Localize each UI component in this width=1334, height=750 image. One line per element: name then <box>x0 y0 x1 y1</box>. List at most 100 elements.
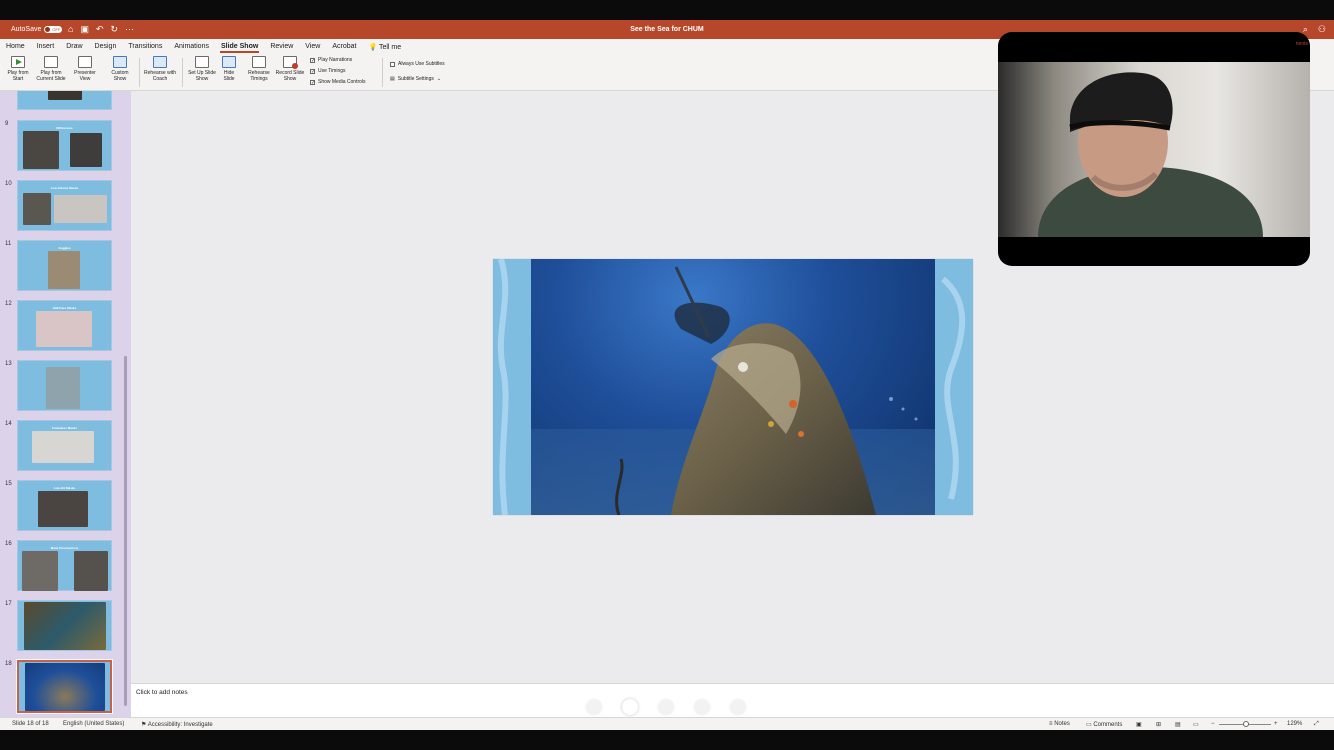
tab-animations[interactable]: Animations <box>168 39 215 54</box>
shipwreck-illustration <box>531 266 935 515</box>
presenter-view-icon[interactable]: ▭ <box>1193 721 1199 728</box>
hide-slide-icon <box>222 56 236 68</box>
slide-thumbnail[interactable]: Half-Face Masks <box>17 300 112 351</box>
setup-show-label: Set Up Slide Show <box>188 70 216 82</box>
rehearse-coach-label: Rehearse with Coach <box>144 70 176 82</box>
zoom-slider-handle[interactable] <box>1243 721 1249 727</box>
record-show-label: Record Slide Show <box>275 70 305 82</box>
scrollbar[interactable] <box>124 356 127 706</box>
current-slide[interactable] <box>493 259 973 515</box>
thumbnail-image <box>24 602 106 650</box>
slide-number: 16 <box>5 541 12 547</box>
tab-view[interactable]: View <box>299 39 326 54</box>
slide-thumbnail[interactable]: Frameless Masks <box>17 420 112 471</box>
tab-acrobat[interactable]: Acrobat <box>326 39 362 54</box>
slide-number: 18 <box>5 661 12 667</box>
tell-me-label: Tell me <box>378 44 402 51</box>
slide-thumbnail[interactable]: Low-Volume Masks <box>17 180 112 231</box>
thumbnail-image <box>36 311 92 347</box>
slide-thumbnail[interactable] <box>17 600 112 651</box>
chevron-down-icon: ⌄ <box>436 76 442 82</box>
use-timings-label: Use Timings <box>318 68 346 74</box>
tab-tell-me[interactable]: 💡 Tell me <box>362 39 407 54</box>
notes-toggle-label: Notes <box>1054 721 1070 727</box>
accessibility-icon: ⚑ <box>141 722 147 728</box>
thumbnail-image <box>38 491 88 527</box>
always-subtitles-checkbox[interactable]: Always Use Subtitles <box>390 61 445 67</box>
custom-show-button[interactable]: Custom Show <box>106 56 134 82</box>
share-icon[interactable]: ⚇ <box>1318 24 1326 35</box>
reading-view-icon[interactable]: ▤ <box>1175 721 1181 728</box>
play-from-start-label: Play from Start <box>7 70 29 82</box>
notes-icon: ≡ <box>1049 721 1053 727</box>
slide-thumbnail[interactable]: Differences <box>17 120 112 171</box>
screen-bottom-bar <box>0 730 1334 750</box>
show-media-controls-checkbox[interactable]: ✓ Show Media Controls <box>310 79 366 85</box>
call-control-dot-active[interactable] <box>622 699 638 715</box>
slide-number: 12 <box>5 301 12 307</box>
zoom-in-icon[interactable]: + <box>1274 721 1278 727</box>
use-timings-checkbox[interactable]: ✓ Use Timings <box>310 68 346 74</box>
webcam-video-overlay[interactable]: nents <box>998 32 1310 266</box>
slide-number: 13 <box>5 361 12 367</box>
notes-placeholder: Click to add notes <box>136 689 188 696</box>
thumbnail-image <box>22 551 58 591</box>
fit-slide-icon[interactable]: ⤢ <box>1314 721 1319 728</box>
thumbnail-image <box>70 133 102 167</box>
call-control-dot[interactable] <box>694 699 710 715</box>
shipwreck-photo[interactable] <box>531 259 935 515</box>
rehearse-timings-button[interactable]: Rehearse Timings <box>245 56 273 82</box>
slide-thumbnail-active[interactable] <box>16 659 113 714</box>
slide-thumbnail[interactable] <box>17 91 112 110</box>
rehearse-coach-button[interactable]: Rehearse with Coach <box>143 56 177 82</box>
slide-number: 10 <box>5 181 12 187</box>
play-from-start-button[interactable]: Play from Start <box>5 56 31 82</box>
tab-insert[interactable]: Insert <box>31 39 61 54</box>
thumbnail-image <box>54 195 107 223</box>
ribbon-divider <box>182 58 183 87</box>
thumbnail-title: Goggles <box>58 246 71 250</box>
slide-thumbnail[interactable] <box>17 360 112 411</box>
record-slide-show-button[interactable]: Record Slide Show <box>274 56 306 82</box>
comments-button-fragment[interactable]: nents <box>1296 41 1308 47</box>
call-control-dot[interactable] <box>658 699 674 715</box>
zoom-out-icon[interactable]: − <box>1211 721 1215 727</box>
tab-transitions[interactable]: Transitions <box>122 39 168 54</box>
accessibility-status[interactable]: ⚑ Accessibility: Investigate <box>141 721 213 728</box>
setup-slide-show-button[interactable]: Set Up Slide Show <box>186 56 218 82</box>
comments-toggle-label: Comments <box>1093 722 1123 728</box>
language-indicator[interactable]: English (United States) <box>63 721 124 727</box>
play-narrations-checkbox[interactable]: ✓ Play Narrations <box>310 57 352 63</box>
slide-number: 11 <box>5 241 12 247</box>
rehearse-timings-label: Rehearse Timings <box>248 70 270 82</box>
subtitle-icon: ▤ <box>390 76 395 82</box>
slide-play-icon <box>44 56 58 68</box>
tab-review[interactable]: Review <box>264 39 299 54</box>
checkmark-icon: ✓ <box>310 79 316 86</box>
slide-sorter-icon[interactable]: ⊞ <box>1156 721 1161 728</box>
show-media-controls-label: Show Media Controls <box>318 79 366 85</box>
play-from-current-button[interactable]: Play from Current Slide <box>33 56 69 82</box>
tab-slide-show[interactable]: Slide Show <box>215 39 264 54</box>
slide-thumbnail-pane[interactable]: 9 Differences 10 Low-Volume Masks 11 Gog… <box>0 91 131 717</box>
tab-draw[interactable]: Draw <box>60 39 88 54</box>
hide-slide-button[interactable]: Hide Slide <box>218 56 240 82</box>
notes-toggle[interactable]: ≡ Notes <box>1049 721 1070 727</box>
comments-toggle[interactable]: ▭ Comments <box>1086 721 1122 728</box>
zoom-level[interactable]: 129% <box>1287 721 1302 727</box>
tab-design[interactable]: Design <box>89 39 123 54</box>
slide-thumbnail[interactable]: Goggles <box>17 240 112 291</box>
subtitle-settings-dropdown[interactable]: ▤ Subtitle Settings ⌄ <box>390 76 441 82</box>
call-control-dot[interactable] <box>586 699 602 715</box>
zoom-call-controls <box>586 699 746 715</box>
thumbnail-title: Half-Face Masks <box>52 306 77 310</box>
video-frame <box>998 62 1310 237</box>
call-control-dot[interactable] <box>730 699 746 715</box>
setup-icon <box>195 56 209 68</box>
slide-thumbnail[interactable]: Mask Prescriptions <box>17 540 112 591</box>
normal-view-icon[interactable]: ▣ <box>1136 721 1142 728</box>
presenter-view-button[interactable]: Presenter View <box>71 56 99 82</box>
slide-thumbnail[interactable]: Low-Vol Masks <box>17 480 112 531</box>
tab-home[interactable]: Home <box>0 39 31 54</box>
thumbnail-image <box>25 663 105 711</box>
